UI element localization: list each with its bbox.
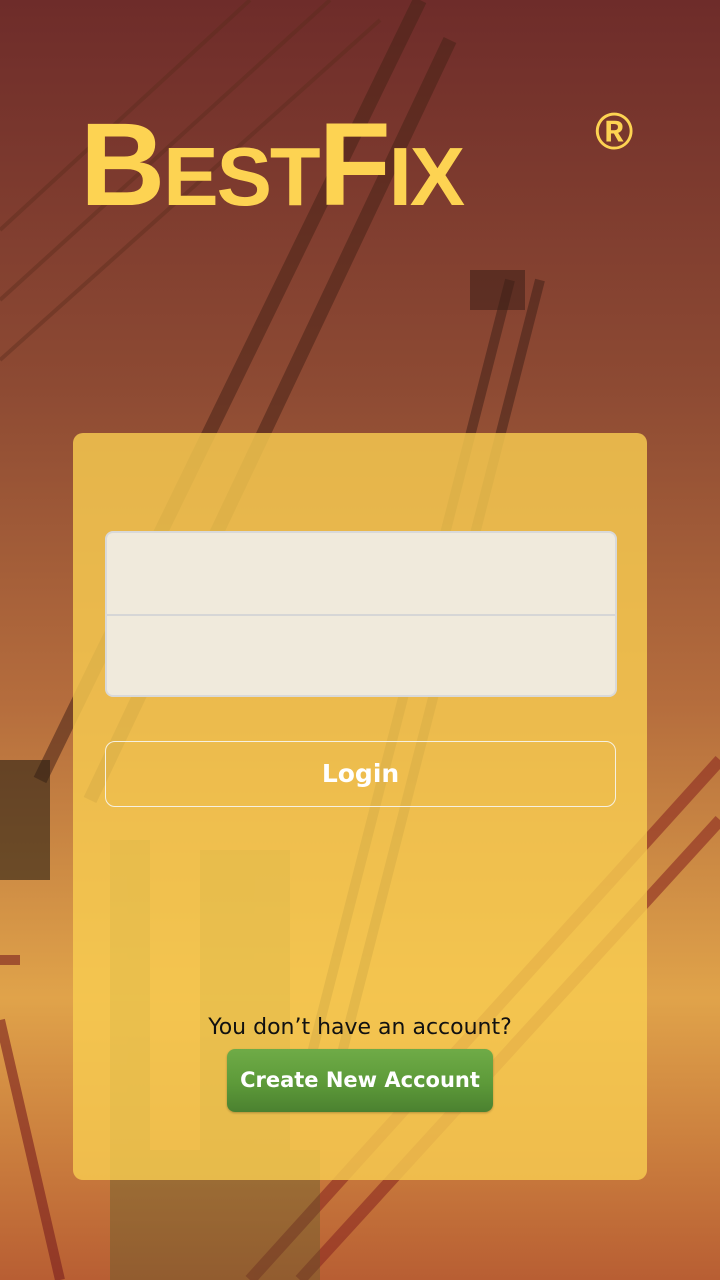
brand-logo-text: BestFix xyxy=(80,99,465,231)
password-input[interactable] xyxy=(107,616,615,695)
credentials-input-group xyxy=(105,531,617,697)
registered-mark: ® xyxy=(595,103,634,161)
brand-logo: BestFix ® xyxy=(80,100,660,240)
username-input[interactable] xyxy=(107,533,615,614)
create-account-button[interactable]: Create New Account xyxy=(227,1049,493,1112)
login-card: Login You don’t have an account? Create … xyxy=(73,433,647,1180)
no-account-prompt: You don’t have an account? xyxy=(208,1015,512,1040)
login-button[interactable]: Login xyxy=(105,741,616,807)
